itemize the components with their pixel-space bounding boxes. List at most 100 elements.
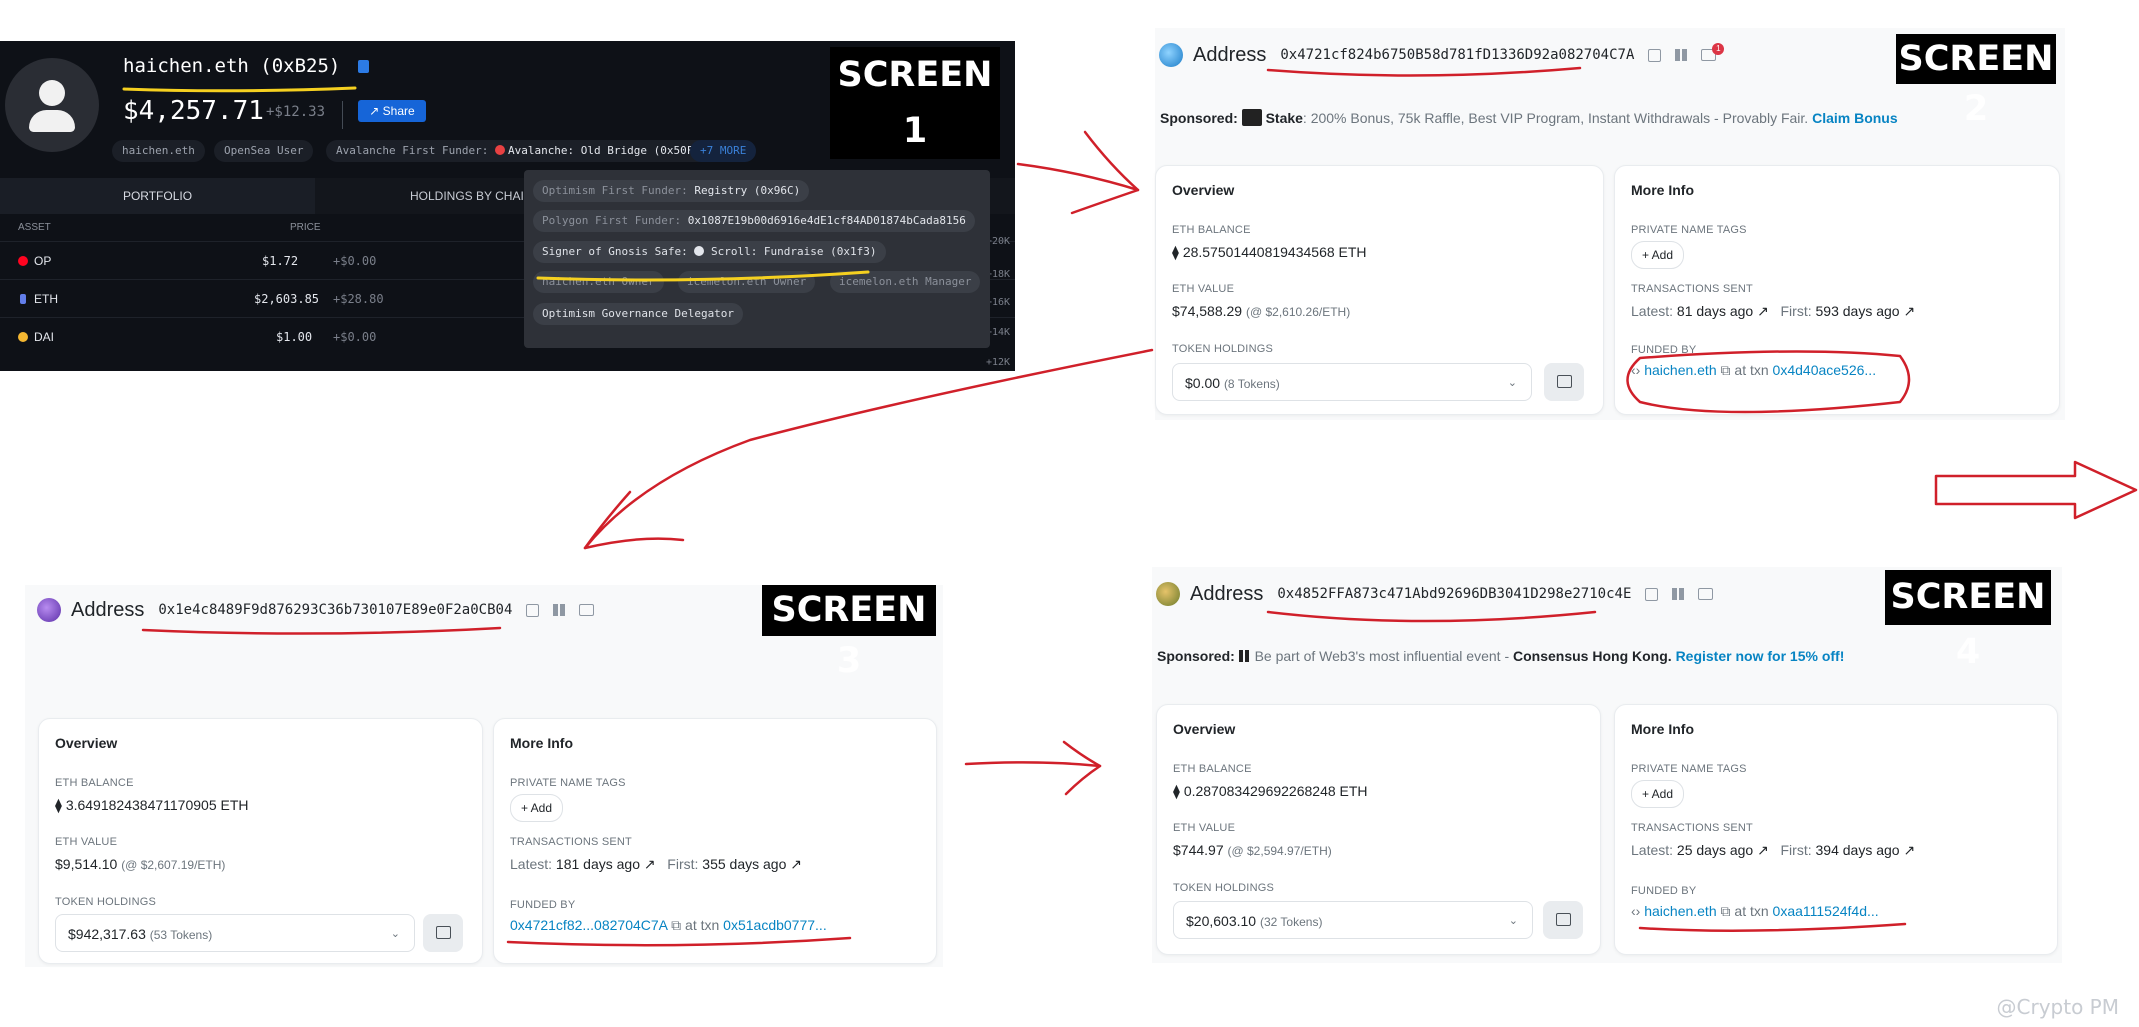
screen-label: SCREEN 3 xyxy=(762,585,936,681)
screen3-address-page: Address 0x1e4c8489F9d876293C36b730107E89… xyxy=(25,585,943,967)
sponsored-banner[interactable]: Sponsored: Stake: 200% Bonus, 75k Raffle… xyxy=(1160,109,1898,126)
address-text[interactable]: 0x4721cf824b6750B58d781fD1336D92a082704C… xyxy=(1280,47,1634,63)
share-button[interactable]: ↗ Share xyxy=(358,100,426,122)
card-title: Overview xyxy=(55,735,118,751)
chevron-down-icon: ⌄ xyxy=(390,928,400,940)
funding-txn-link[interactable]: 0x4d40ace526... xyxy=(1773,362,1877,378)
token-holdings-dropdown[interactable]: $0.00 (8 Tokens) ⌄ xyxy=(1172,363,1532,401)
funded-by-label: FUNDED BY xyxy=(510,899,576,911)
first-value[interactable]: 394 days ago ↗ xyxy=(1816,842,1916,858)
scroll-icon xyxy=(694,246,705,256)
funder-link[interactable]: 0x4721cf82...082704C7A xyxy=(510,917,667,933)
token-value: $942,317.63 xyxy=(68,926,146,942)
asset-price: $2,603.85 xyxy=(254,292,320,306)
copy-icon[interactable]: ⧉ xyxy=(1721,362,1731,378)
ens-name[interactable]: haichen.eth (0xB25) xyxy=(123,55,340,77)
tab-holdings-by-chain[interactable]: HOLDINGS BY CHAI xyxy=(410,178,524,214)
screen-label: SCREEN 1 xyxy=(830,47,1000,159)
arrow-screen1-to-2 xyxy=(1016,162,1140,192)
asset-delta: +$0.00 xyxy=(333,330,377,344)
more-info-card: More Info PRIVATE NAME TAGS + Add TRANSA… xyxy=(1614,704,2058,955)
comment-icon[interactable] xyxy=(579,604,595,616)
latest-value[interactable]: 81 days ago ↗ xyxy=(1677,303,1769,319)
arrow-head xyxy=(1070,130,1140,215)
screen2-address-page: Address 0x4721cf824b6750B58d781fD1336D92… xyxy=(1155,28,2065,420)
tag-optimism-funder[interactable]: Optimism First Funder: Registry (0x96C) xyxy=(533,180,810,202)
wallet-button[interactable] xyxy=(1543,901,1583,939)
funding-txn-link[interactable]: 0x51acdb0777... xyxy=(723,917,827,933)
first-value[interactable]: 355 days ago ↗ xyxy=(702,856,802,872)
sponsored-link[interactable]: Claim Bonus xyxy=(1812,110,1898,126)
funded-by-label: FUNDED BY xyxy=(1631,344,1697,356)
tag-optimism-delegator[interactable]: Optimism Governance Delegator xyxy=(533,303,744,325)
eth-value-rate: (@ $2,594.97/ETH) xyxy=(1227,844,1332,858)
eth-value: $744.97 (@ $2,594.97/ETH) xyxy=(1173,842,1332,858)
more-info-card: More Info PRIVATE NAME TAGS + Add TRANSA… xyxy=(1614,165,2060,415)
tag-ens[interactable]: haichen.eth xyxy=(112,140,205,162)
more-tags-button[interactable]: +7 MORE xyxy=(690,140,757,162)
share-label: Share xyxy=(382,104,415,118)
copy-icon[interactable] xyxy=(1648,48,1662,62)
add-tag-button[interactable]: + Add xyxy=(1631,780,1685,808)
latest-value[interactable]: 181 days ago ↗ xyxy=(556,856,656,872)
latest-value[interactable]: 25 days ago ↗ xyxy=(1677,842,1769,858)
funding-txn-link[interactable]: 0xaa111524f4d... xyxy=(1773,903,1879,919)
col-asset: ASSET xyxy=(18,222,51,233)
eth-token-icon xyxy=(20,294,26,304)
token-value: $0.00 xyxy=(1185,375,1221,391)
tag-icemelon-owner[interactable]: icemelon.eth Owner xyxy=(678,271,816,293)
tag-ens-owner[interactable]: haichen.eth Owner xyxy=(533,271,664,293)
address-text[interactable]: 0x4852FFA873c471Abd92696DB3041D298e2710c… xyxy=(1277,586,1631,602)
add-tag-button[interactable]: + Add xyxy=(1631,241,1685,269)
asset-name: DAI xyxy=(34,330,55,344)
funder-link[interactable]: haichen.eth xyxy=(1644,362,1716,378)
eth-balance-text: 28.57501440819434568 ETH xyxy=(1182,244,1367,260)
qr-code-icon[interactable] xyxy=(1675,49,1688,61)
copy-icon[interactable] xyxy=(526,603,540,617)
token-holdings-dropdown[interactable]: $942,317.63 (53 Tokens) ⌄ xyxy=(55,914,415,952)
page-title: Address xyxy=(1193,43,1267,66)
tag-gnosis-safe-signer[interactable]: Signer of Gnosis Safe: Scroll: Fundraise… xyxy=(533,241,886,263)
comment-icon[interactable] xyxy=(1698,588,1714,600)
eth-balance-label: ETH BALANCE xyxy=(55,777,134,789)
eth-value-amount: $744.97 xyxy=(1173,842,1224,858)
sponsored-banner[interactable]: Sponsored: Be part of Web3's most influe… xyxy=(1157,648,1844,664)
qr-code-icon[interactable] xyxy=(553,604,566,616)
comment-icon[interactable]: 1 xyxy=(1701,43,1725,61)
eth-value: $74,588.29 (@ $2,610.26/ETH) xyxy=(1172,303,1350,319)
tag-avalanche-funder[interactable]: Avalanche First Funder: Avalanche: Old B… xyxy=(326,140,711,162)
wallet-button[interactable] xyxy=(1544,363,1584,401)
funded-by-label: FUNDED BY xyxy=(1631,885,1697,897)
address-text[interactable]: 0x1e4c8489F9d876293C36b730107E89e0F2a0CB… xyxy=(158,602,512,618)
add-tag-button[interactable]: + Add xyxy=(510,794,564,822)
qr-code-icon[interactable] xyxy=(1672,588,1685,600)
screen-label: SCREEN 2 xyxy=(1896,34,2056,129)
first-value[interactable]: 593 days ago ↗ xyxy=(1816,303,1916,319)
copy-icon[interactable] xyxy=(1645,587,1659,601)
sponsored-link[interactable]: Register now for 15% off! xyxy=(1676,648,1845,664)
eth-balance-text: 3.649182438471170905 ETH xyxy=(65,797,249,813)
copy-icon[interactable]: ⧉ xyxy=(1721,903,1731,919)
eth-balance-value: ⧫ 0.287083429692268248 ETH xyxy=(1173,783,1368,800)
transactions-sent: Latest: 25 days ago ↗ First: 394 days ag… xyxy=(1631,842,1915,859)
token-holdings-label: TOKEN HOLDINGS xyxy=(55,896,157,908)
tag-opensea[interactable]: OpenSea User xyxy=(214,140,314,162)
tag-icemelon-manager[interactable]: icemelon.eth Manager xyxy=(830,271,981,293)
eth-value-label: ETH VALUE xyxy=(55,836,118,848)
tag-polygon-funder[interactable]: Polygon First Funder: 0x1087E19b00d6916e… xyxy=(533,210,975,232)
copy-icon[interactable]: ⧉ xyxy=(671,917,681,933)
token-holdings-dropdown[interactable]: $20,603.10 (32 Tokens) ⌄ xyxy=(1173,901,1533,939)
tag-value: Scroll: Fundraise (0x1f3) xyxy=(710,245,877,258)
dai-token-icon xyxy=(18,332,28,342)
eth-value-amount: $74,588.29 xyxy=(1172,303,1243,319)
funder-link[interactable]: haichen.eth xyxy=(1644,903,1716,919)
address-identicon xyxy=(1159,43,1183,67)
first-label: First: xyxy=(667,856,699,872)
page-title: Address xyxy=(1190,582,1264,605)
tag-value: Avalanche: Old Bridge (0x50F) xyxy=(507,144,701,157)
wallet-button[interactable] xyxy=(423,914,463,952)
tab-portfolio[interactable]: PORTFOLIO xyxy=(0,178,315,214)
copy-icon[interactable] xyxy=(358,60,369,73)
funded-by: 0x4721cf82...082704C7A ⧉ at txn 0x51acdb… xyxy=(510,917,827,934)
eth-value-rate: (@ $2,610.26/ETH) xyxy=(1245,305,1351,319)
